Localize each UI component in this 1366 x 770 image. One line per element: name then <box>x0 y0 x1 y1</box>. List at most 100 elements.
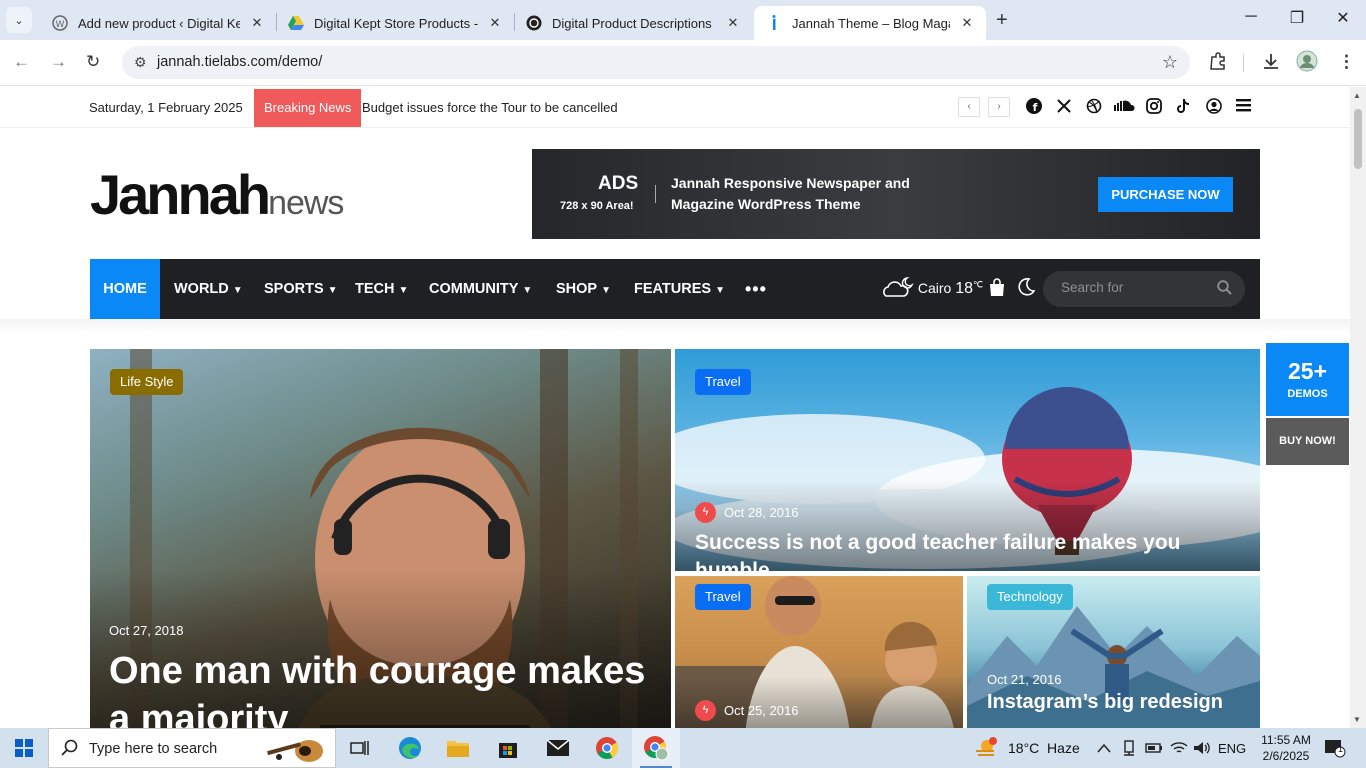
reload-icon[interactable]: ↻ <box>86 52 100 72</box>
tab-jannah[interactable]: Jannah Theme – Blog Magazine ✕ <box>754 6 986 40</box>
breaking-news-ticker[interactable]: Budget issues force the Tour to be cance… <box>362 100 618 115</box>
post-title[interactable]: One man with courage makes a majority <box>109 647 649 728</box>
nav-home[interactable]: HOME <box>90 259 160 319</box>
tab-title: Digital Product Descriptions Help <box>552 15 716 31</box>
scroll-down-icon[interactable]: ▼ <box>1353 715 1361 724</box>
close-icon[interactable]: ✕ <box>724 15 742 31</box>
file-explorer-app[interactable] <box>434 728 482 768</box>
mail-app[interactable] <box>534 728 582 768</box>
close-icon[interactable]: ✕ <box>958 15 976 31</box>
battery-icon[interactable] <box>1145 728 1163 768</box>
network-device-icon[interactable] <box>1122 728 1136 768</box>
chrome-app[interactable] <box>583 728 631 768</box>
ticker-prev-button[interactable]: ‹ <box>958 97 980 117</box>
nav-world[interactable]: WORLD ▼ <box>174 259 243 319</box>
close-window-button[interactable]: ✕ <box>1320 8 1366 28</box>
nav-more-button[interactable]: ••• <box>745 259 767 319</box>
chrome-profile-app[interactable] <box>632 728 680 768</box>
ad-text: Jannah Responsive Newspaper and Magazine… <box>671 175 910 212</box>
minimize-button[interactable]: ─ <box>1228 8 1274 26</box>
nav-features[interactable]: FEATURES ▼ <box>634 259 725 319</box>
bookmark-star-icon[interactable]: ☆ <box>1162 52 1178 73</box>
folder-icon <box>447 741 469 757</box>
moon-icon[interactable] <box>1017 278 1036 301</box>
category-badge[interactable]: Travel <box>695 369 751 395</box>
category-badge[interactable]: Travel <box>695 584 751 610</box>
post-title[interactable]: Instagram’s big redesign <box>987 689 1257 715</box>
post-meta: ϟ Oct 28, 2016 <box>695 502 798 523</box>
nav-sports[interactable]: SPORTS ▼ <box>264 259 338 319</box>
kebab-menu-icon[interactable]: ⋮ <box>1338 52 1355 72</box>
shopping-bag-icon[interactable] <box>988 278 1006 302</box>
new-tab-button[interactable]: + <box>996 9 1008 32</box>
ad-banner[interactable]: ADS 728 x 90 Area! Jannah Responsive New… <box>532 149 1260 239</box>
post-date: Oct 28, 2016 <box>724 505 799 520</box>
site-logo[interactable]: Jannahnews <box>90 162 344 227</box>
start-button[interactable] <box>0 728 48 768</box>
featured-post-instagram[interactable]: Technology Oct 21, 2016 Instagram’s big … <box>967 576 1260 728</box>
demos-label: DEMOS <box>1287 388 1328 400</box>
featured-post-relaxing-man[interactable]: Travel ϟ Oct 25, 2016 <box>675 576 963 728</box>
store-app[interactable] <box>484 728 532 768</box>
taskbar-search[interactable]: Type here to search <box>48 728 336 768</box>
url-text[interactable]: jannah.tielabs.com/demo/ <box>157 54 322 70</box>
clock[interactable]: 11:55 AM 2/6/2025 <box>1256 728 1316 768</box>
x-icon[interactable] <box>1055 98 1073 118</box>
task-view-button[interactable] <box>336 728 384 768</box>
search-input[interactable] <box>1061 280 1211 295</box>
close-icon[interactable]: ✕ <box>486 15 504 31</box>
back-arrow-icon[interactable]: ← <box>13 52 30 72</box>
forward-arrow-icon[interactable]: → <box>50 52 67 72</box>
featured-post-balloon[interactable]: Travel ϟ Oct 28, 2016 Success is not a go… <box>675 349 1260 571</box>
demos-badge[interactable]: 25+ DEMOS <box>1266 343 1349 416</box>
notifications-button[interactable]: 1 <box>1324 728 1346 768</box>
post-meta: ϟ Oct 25, 2016 <box>695 700 798 721</box>
ticker-next-button[interactable]: › <box>988 97 1010 117</box>
instagram-icon[interactable] <box>1145 98 1163 118</box>
scrollbar-thumb[interactable] <box>1354 109 1362 169</box>
chevron-up-icon[interactable] <box>1097 728 1111 768</box>
tiktok-icon[interactable] <box>1175 98 1193 118</box>
soundcloud-icon[interactable] <box>1114 98 1136 115</box>
menu-icon[interactable] <box>1235 98 1253 116</box>
tab-search-button[interactable]: ⌄ <box>6 7 32 33</box>
purchase-now-button[interactable]: PURCHASE NOW <box>1098 177 1233 212</box>
browser-toolbar: ← → ↻ ⚙ jannah.tielabs.com/demo/ ☆ ⋮ <box>0 40 1366 86</box>
tab-chatgpt[interactable]: Digital Product Descriptions Help ✕ <box>514 6 752 40</box>
nav-label: SHOP <box>556 281 598 297</box>
current-date: Saturday, 1 February 2025 <box>89 100 243 115</box>
featured-post-main[interactable]: Life Style Oct 27, 2018 One man with cou… <box>90 349 671 728</box>
scroll-up-icon[interactable]: ▲ <box>1353 91 1361 100</box>
profile-avatar-icon[interactable] <box>1296 50 1318 77</box>
nav-shop[interactable]: SHOP ▼ <box>556 259 611 319</box>
address-bar[interactable]: ⚙ jannah.tielabs.com/demo/ ☆ <box>122 46 1190 79</box>
bolt-icon: ϟ <box>695 700 716 721</box>
facebook-icon[interactable]: f <box>1025 98 1043 118</box>
tab-add-new-product[interactable]: W Add new product ‹ Digital Kept Store ✕ <box>40 6 276 40</box>
user-icon[interactable] <box>1205 98 1223 118</box>
language-indicator[interactable]: ENG <box>1218 728 1246 768</box>
category-badge[interactable]: Technology <box>987 584 1073 610</box>
category-badge[interactable]: Life Style <box>110 369 184 395</box>
tab-google-drive[interactable]: Digital Kept Store Products - Google Dri… <box>276 6 514 40</box>
weather-city: Cairo <box>917 280 952 297</box>
search-icon[interactable] <box>1217 280 1232 298</box>
wifi-icon[interactable] <box>1170 728 1188 768</box>
weather-widget: Cairo 18℃ <box>880 276 983 303</box>
close-icon[interactable]: ✕ <box>248 15 266 31</box>
edge-app[interactable] <box>386 728 434 768</box>
download-icon[interactable] <box>1262 52 1280 75</box>
weather-tray[interactable]: 18°C Haze <box>974 728 1080 768</box>
page-scrollbar[interactable]: ▲ ▼ <box>1350 87 1366 728</box>
nav-tech[interactable]: TECH ▼ <box>355 259 408 319</box>
restore-button[interactable]: ❐ <box>1274 8 1320 28</box>
volume-icon[interactable] <box>1193 728 1211 768</box>
site-info-icon[interactable]: ⚙ <box>134 54 147 71</box>
nav-community[interactable]: COMMUNITY ▼ <box>429 259 532 319</box>
nav-label: SPORTS <box>264 281 324 297</box>
chatgpt-icon <box>526 15 542 31</box>
dribbble-icon[interactable] <box>1085 98 1103 118</box>
buy-now-button[interactable]: BUY NOW! <box>1266 418 1349 465</box>
extensions-icon[interactable] <box>1209 52 1227 75</box>
post-title[interactable]: Success is not a good teacher failure ma… <box>695 529 1255 571</box>
